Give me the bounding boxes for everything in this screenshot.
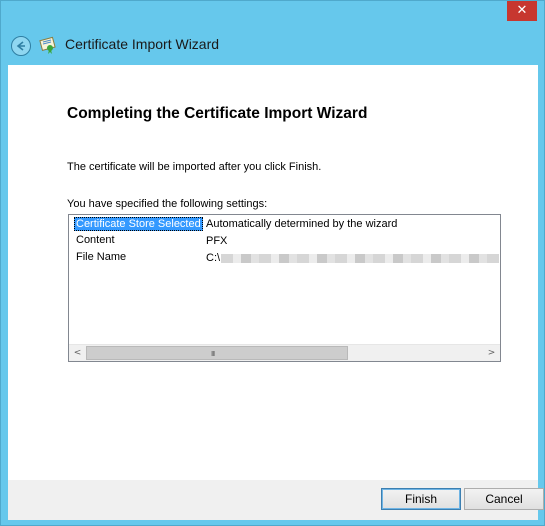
setting-key: Content [76, 234, 115, 246]
setting-value: Automatically determined by the wizard [206, 218, 398, 230]
close-button[interactable]: ✕ [507, 1, 537, 21]
setting-key: Certificate Store Selected [74, 217, 203, 231]
horizontal-scrollbar[interactable]: < III > [69, 344, 500, 361]
setting-key: File Name [76, 251, 127, 263]
scroll-thumb[interactable]: III [86, 346, 348, 360]
grip-icon: III [211, 350, 215, 358]
table-row[interactable]: Certificate Store Selected Automatically… [69, 216, 500, 233]
back-arrow-icon [16, 41, 25, 51]
settings-listbox[interactable]: Certificate Store Selected Automatically… [68, 214, 501, 362]
setting-value: C:\ [206, 252, 221, 264]
redacted-path [221, 254, 499, 263]
wizard-window: ✕ Certificate Import Wizard Completing t… [0, 0, 545, 526]
button-bar: Finish Cancel [8, 480, 544, 520]
page-heading: Completing the Certificate Import Wizard [67, 105, 368, 122]
window-title: Certificate Import Wizard [65, 36, 220, 52]
table-row[interactable]: File Name C:\ [69, 250, 500, 267]
table-row[interactable]: Content PFX [69, 233, 500, 250]
title-bar: Certificate Import Wizard [1, 29, 545, 63]
cancel-button[interactable]: Cancel [464, 488, 544, 510]
wizard-content: Completing the Certificate Import Wizard… [8, 65, 538, 480]
scroll-right-icon[interactable]: > [483, 345, 500, 361]
certificate-icon [39, 36, 56, 54]
setting-value: PFX [206, 235, 228, 247]
back-button[interactable] [11, 36, 31, 56]
finish-button[interactable]: Finish [381, 488, 461, 510]
description-text: The certificate will be imported after y… [67, 161, 322, 173]
settings-label: You have specified the following setting… [67, 198, 268, 210]
scroll-left-icon[interactable]: < [69, 345, 86, 361]
